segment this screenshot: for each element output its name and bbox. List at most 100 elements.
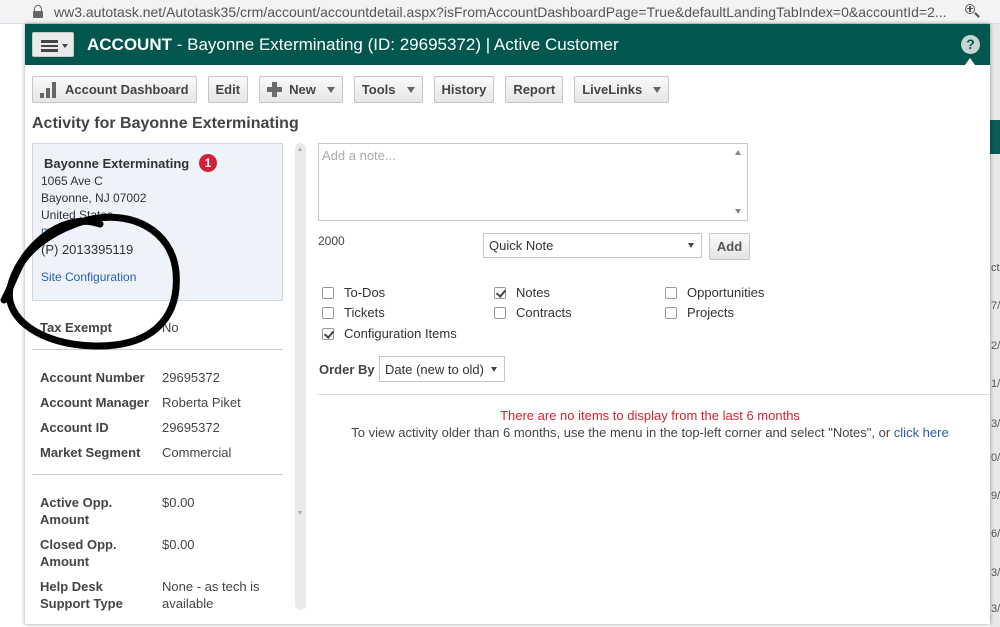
url-text[interactable]: ww3.autotask.net/Autotask35/crm/account/… bbox=[54, 4, 974, 20]
alert-badge[interactable]: 1 bbox=[199, 154, 217, 172]
tax-exempt-value: No bbox=[162, 320, 179, 335]
filter-notes[interactable]: Notes bbox=[494, 285, 550, 300]
plus-icon bbox=[267, 82, 283, 97]
order-by-value: Date (new to old) bbox=[385, 362, 484, 377]
help-desk-value: None - as tech is available bbox=[162, 578, 260, 612]
report-button[interactable]: Report bbox=[505, 76, 564, 103]
checkbox-icon[interactable] bbox=[322, 306, 334, 319]
chevron-down-icon bbox=[653, 86, 662, 93]
chevron-down-icon bbox=[326, 86, 335, 93]
address-line-2: Bayonne, NJ 07002 bbox=[41, 191, 147, 205]
filter-projects[interactable]: Projects bbox=[665, 305, 734, 320]
checkbox-icon[interactable] bbox=[322, 286, 334, 299]
help-desk-value-line2: available bbox=[162, 596, 214, 611]
chevron-down-icon bbox=[406, 86, 415, 93]
scroll-down-icon[interactable] bbox=[298, 511, 302, 515]
add-note-button[interactable]: Add bbox=[709, 233, 750, 260]
empty-state-message: There are no items to display from the l… bbox=[500, 408, 800, 423]
note-input[interactable] bbox=[318, 143, 748, 221]
account-name: Bayonne Exterminating bbox=[44, 156, 190, 171]
browser-address-bar[interactable]: ww3.autotask.net/Autotask35/crm/account/… bbox=[0, 0, 1000, 24]
tools-button[interactable]: Tools bbox=[353, 76, 423, 103]
filter-configuration-items-label: Configuration Items bbox=[344, 326, 457, 341]
filter-contracts-label: Contracts bbox=[516, 305, 572, 320]
background-text: 3/ bbox=[991, 603, 1000, 615]
click-here-link[interactable]: click here bbox=[894, 425, 949, 440]
hamburger-icon bbox=[41, 40, 58, 43]
older-activity-hint: To view activity older than 6 months, us… bbox=[318, 425, 982, 440]
account-dashboard-label: Account Dashboard bbox=[65, 82, 189, 97]
checkbox-checked-icon[interactable] bbox=[322, 327, 334, 340]
background-text: 7/ bbox=[991, 300, 1000, 312]
account-id-value: 29695372 bbox=[162, 420, 220, 435]
closed-opp-label: Closed Opp. Amount bbox=[40, 536, 117, 570]
note-type-select[interactable]: Quick Note bbox=[483, 233, 702, 258]
note-type-value: Quick Note bbox=[489, 238, 554, 253]
closed-opp-label-line2: Amount bbox=[40, 554, 90, 569]
checkbox-checked-icon[interactable] bbox=[494, 286, 506, 299]
active-opp-label-line2: Amount bbox=[40, 512, 90, 527]
divider bbox=[32, 474, 283, 475]
help-icon[interactable]: ? bbox=[961, 35, 980, 54]
background-text: 0/ bbox=[991, 452, 1000, 464]
account-summary-card: Bayonne Exterminating 1 1065 Ave C Bayon… bbox=[32, 143, 283, 301]
window-title-bar: ACCOUNT - Bayonne Exterminating (ID: 296… bbox=[25, 24, 990, 65]
checkbox-icon[interactable] bbox=[665, 286, 677, 299]
account-manager-value: Roberta Piket bbox=[162, 395, 241, 410]
account-dashboard-button[interactable]: Account Dashboard bbox=[32, 76, 197, 103]
livelinks-button[interactable]: LiveLinks bbox=[574, 76, 670, 103]
tools-label: Tools bbox=[361, 82, 396, 97]
page-title: Activity for Bayonne Exterminating bbox=[32, 115, 299, 132]
help-desk-label-line2: Support Type bbox=[40, 596, 123, 611]
lock-icon bbox=[33, 5, 43, 18]
background-text: 9/ bbox=[991, 490, 1000, 502]
window-title: ACCOUNT - Bayonne Exterminating (ID: 296… bbox=[87, 35, 619, 55]
active-opp-label: Active Opp. Amount bbox=[40, 494, 112, 528]
bar-chart-icon bbox=[40, 81, 57, 98]
checkbox-icon[interactable] bbox=[665, 306, 677, 319]
filter-tickets[interactable]: Tickets bbox=[322, 305, 385, 320]
filter-todos[interactable]: To-Dos bbox=[322, 285, 385, 300]
new-label: New bbox=[289, 82, 316, 97]
note-scroll-up-icon[interactable] bbox=[735, 150, 741, 155]
divider bbox=[32, 349, 283, 350]
main-menu-button[interactable] bbox=[32, 32, 74, 57]
chevron-down-icon bbox=[688, 243, 694, 248]
account-activity-window: ACCOUNT - Bayonne Exterminating (ID: 296… bbox=[25, 24, 990, 624]
filter-notes-label: Notes bbox=[516, 285, 550, 300]
filter-configuration-items[interactable]: Configuration Items bbox=[322, 326, 457, 341]
order-by-select[interactable]: Date (new to old) bbox=[379, 356, 505, 382]
help-pointer bbox=[965, 58, 975, 65]
closed-opp-label-line1: Closed Opp. bbox=[40, 537, 117, 552]
account-number-label: Account Number bbox=[40, 370, 145, 385]
chevron-down-icon bbox=[491, 367, 497, 372]
market-segment-label: Market Segment bbox=[40, 445, 141, 460]
help-desk-label-line1: Help Desk bbox=[40, 579, 103, 594]
history-button[interactable]: History bbox=[433, 76, 495, 103]
active-opp-label-line1: Active Opp. bbox=[40, 495, 113, 510]
background-text: 6/ bbox=[991, 528, 1000, 540]
filter-opportunities-label: Opportunities bbox=[687, 285, 765, 300]
divider bbox=[317, 394, 990, 395]
scroll-up-icon[interactable] bbox=[298, 147, 302, 151]
background-text: 3/ bbox=[991, 418, 1000, 430]
background-text: 1/ bbox=[991, 378, 1000, 390]
chevron-down-icon bbox=[62, 44, 68, 48]
edit-button[interactable]: Edit bbox=[207, 76, 249, 103]
help-desk-value-line1: None - as tech is bbox=[162, 579, 260, 594]
address-line-1: 1065 Ave C bbox=[41, 174, 103, 188]
filter-todos-label: To-Dos bbox=[344, 285, 386, 300]
filter-contracts[interactable]: Contracts bbox=[494, 305, 572, 320]
account-manager-label: Account Manager bbox=[40, 395, 150, 410]
filter-opportunities[interactable]: Opportunities bbox=[665, 285, 764, 300]
toolbar: Account Dashboard Edit New Tools History… bbox=[32, 76, 680, 103]
order-by-label: Order By bbox=[319, 362, 375, 377]
map-link[interactable]: m bbox=[41, 224, 51, 238]
left-pane-scrollbar[interactable] bbox=[295, 143, 306, 610]
site-configuration-link[interactable]: Site Configuration bbox=[41, 270, 136, 284]
zoom-icon[interactable] bbox=[964, 3, 980, 19]
note-scroll-down-icon[interactable] bbox=[735, 209, 741, 214]
background-text: 2/ bbox=[991, 340, 1000, 352]
new-button[interactable]: New bbox=[259, 76, 343, 103]
checkbox-icon[interactable] bbox=[494, 306, 506, 319]
